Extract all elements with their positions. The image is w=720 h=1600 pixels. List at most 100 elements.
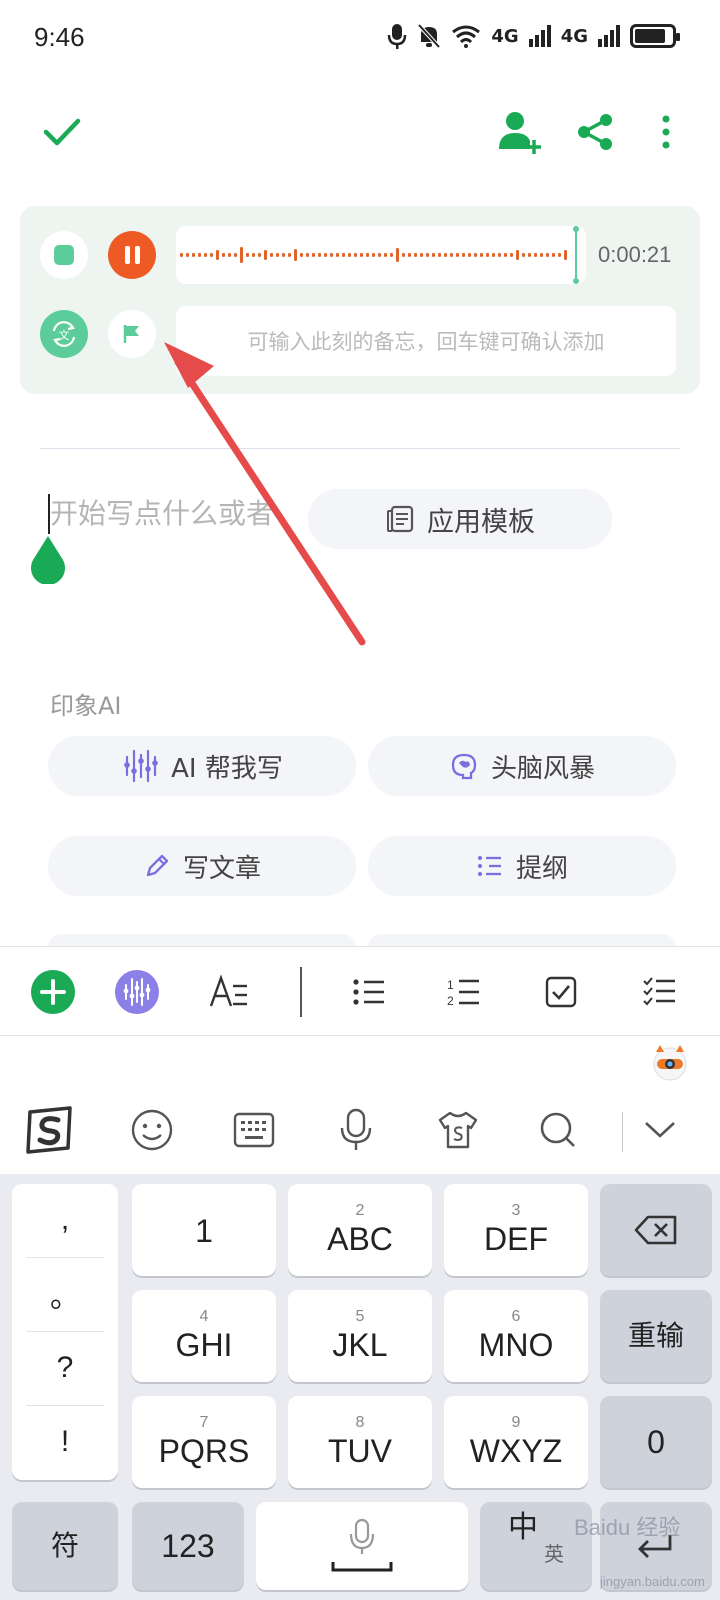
- pause-recording-button[interactable]: [108, 231, 156, 279]
- top-toolbar: [0, 96, 720, 166]
- outline-label: 提纲: [515, 853, 568, 884]
- ime-mascot-icon[interactable]: [650, 1042, 690, 1082]
- key-number: 6: [511, 1308, 521, 1325]
- toolbar-separator: [300, 967, 302, 1017]
- voice-input-button[interactable]: [328, 1102, 384, 1158]
- symbols-key[interactable]: 符: [12, 1502, 118, 1590]
- text-style-button[interactable]: [204, 967, 254, 1017]
- numbers-key[interactable]: 123: [132, 1502, 244, 1590]
- bullet-list-button[interactable]: [344, 967, 394, 1017]
- key-label: TUV: [328, 1433, 392, 1469]
- backspace-key[interactable]: [600, 1184, 712, 1276]
- text-format-icon: [209, 974, 247, 1007]
- ai-section-title: 印象AI: [50, 692, 122, 720]
- ai-sparkle-circle-icon: [115, 970, 159, 1014]
- checkbox-button[interactable]: [536, 967, 586, 1017]
- punct-key-question[interactable]: ?: [12, 1332, 118, 1404]
- punct-key-exclaim[interactable]: !: [12, 1406, 118, 1478]
- punct-key-period[interactable]: 。: [12, 1258, 118, 1330]
- write-article-label: 写文章: [182, 853, 261, 884]
- key-label: DEF: [484, 1221, 548, 1257]
- key-number: 7: [199, 1414, 209, 1431]
- plus-circle-icon: [31, 970, 75, 1014]
- battery-icon: [630, 24, 680, 48]
- add-marker-button[interactable]: [108, 310, 156, 358]
- ime-separator: [622, 1112, 623, 1152]
- chevron-down-icon: [645, 1122, 675, 1138]
- cursor-handle-icon[interactable]: [27, 534, 69, 584]
- retype-key[interactable]: 重输: [600, 1290, 712, 1382]
- sogou-logo-icon: [26, 1106, 72, 1154]
- pencil-icon: [146, 854, 169, 877]
- checkmark-icon: [43, 118, 81, 146]
- checklist-button[interactable]: [634, 967, 684, 1017]
- insert-button[interactable]: [28, 967, 78, 1017]
- key-4-ghi[interactable]: 4 GHI: [132, 1290, 276, 1382]
- key-label: 1: [195, 1213, 213, 1249]
- key-8-tuv[interactable]: 8 TUV: [288, 1396, 432, 1488]
- ime-logo-button[interactable]: [22, 1102, 78, 1158]
- write-article-chip[interactable]: 写文章: [48, 836, 356, 896]
- svg-text:1: 1: [447, 978, 454, 992]
- key-label: GHI: [175, 1327, 233, 1363]
- key-5-jkl[interactable]: 5 JKL: [288, 1290, 432, 1382]
- done-button[interactable]: [36, 106, 88, 158]
- sparkle-icon: [124, 749, 158, 783]
- ai-assistant-button[interactable]: [112, 967, 162, 1017]
- collapse-keyboard-button[interactable]: [632, 1102, 688, 1158]
- checkbox-icon: [545, 976, 577, 1008]
- more-menu-button[interactable]: [640, 106, 692, 158]
- microphone-icon: [340, 1108, 372, 1150]
- key-number: 9: [511, 1414, 521, 1431]
- key-label: ABC: [327, 1221, 393, 1257]
- key-1[interactable]: 1: [132, 1184, 276, 1276]
- numbered-list-button[interactable]: 12: [438, 967, 488, 1017]
- search-icon: [540, 1112, 575, 1147]
- key-3-def[interactable]: 3 DEF: [444, 1184, 588, 1276]
- brain-icon: [451, 753, 477, 780]
- mute-bell-icon: [417, 23, 441, 49]
- flag-icon: [123, 325, 139, 343]
- key-6-mno[interactable]: 6 MNO: [444, 1290, 588, 1382]
- lang-main-label: 中: [508, 1509, 538, 1545]
- editor-placeholder[interactable]: 开始写点什么或者: [50, 492, 274, 532]
- keyboard-layout-button[interactable]: [226, 1102, 282, 1158]
- bullet-list-icon: [353, 979, 384, 1005]
- ai-write-label: AI 帮我写: [171, 753, 283, 784]
- key-number: 4: [199, 1308, 209, 1325]
- punct-key-comma[interactable]: ,: [12, 1184, 118, 1256]
- keyboard-icon: [233, 1112, 275, 1148]
- watermark-url: jingyan.baidu.com: [600, 1574, 705, 1589]
- memo-input[interactable]: 可输入此刻的备忘，回车键可确认添加: [176, 306, 676, 376]
- stop-recording-button[interactable]: [40, 231, 88, 279]
- add-user-icon: [499, 112, 541, 154]
- recording-elapsed-time: 0:00:21: [598, 242, 672, 267]
- ime-search-button[interactable]: [530, 1102, 586, 1158]
- key-number: 3: [511, 1202, 521, 1219]
- outline-chip[interactable]: 提纲: [368, 836, 676, 896]
- key-0[interactable]: 0: [600, 1396, 712, 1488]
- outline-icon: [477, 856, 501, 876]
- key-number: 5: [355, 1308, 365, 1325]
- skin-button[interactable]: [430, 1102, 486, 1158]
- key-number: 2: [355, 1202, 365, 1219]
- backspace-icon: [634, 1215, 677, 1245]
- key-7-pqrs[interactable]: 7 PQRS: [132, 1396, 276, 1488]
- network-type-1: 4G: [491, 25, 519, 47]
- space-key[interactable]: [256, 1502, 468, 1590]
- emoji-button[interactable]: [124, 1102, 180, 1158]
- numbers-label: 123: [161, 1528, 215, 1564]
- signal-icon-2: [598, 25, 620, 47]
- key-9-wxyz[interactable]: 9 WXYZ: [444, 1396, 588, 1488]
- svg-text:文: 文: [59, 328, 70, 342]
- key-2-abc[interactable]: 2 ABC: [288, 1184, 432, 1276]
- transcribe-button[interactable]: 文: [40, 310, 88, 358]
- add-collaborator-button[interactable]: [494, 106, 546, 158]
- voice-recorder-panel: 0:00:21 文 可输入此刻的备忘，回车键可确认添加: [20, 206, 700, 394]
- translate-icon: 文: [52, 321, 76, 347]
- ai-write-chip[interactable]: AI 帮我写: [48, 736, 356, 796]
- text-cursor: [48, 494, 50, 534]
- apply-template-button[interactable]: 应用模板: [308, 489, 612, 549]
- share-button[interactable]: [570, 106, 622, 158]
- brainstorm-chip[interactable]: 头脑风暴: [368, 736, 676, 796]
